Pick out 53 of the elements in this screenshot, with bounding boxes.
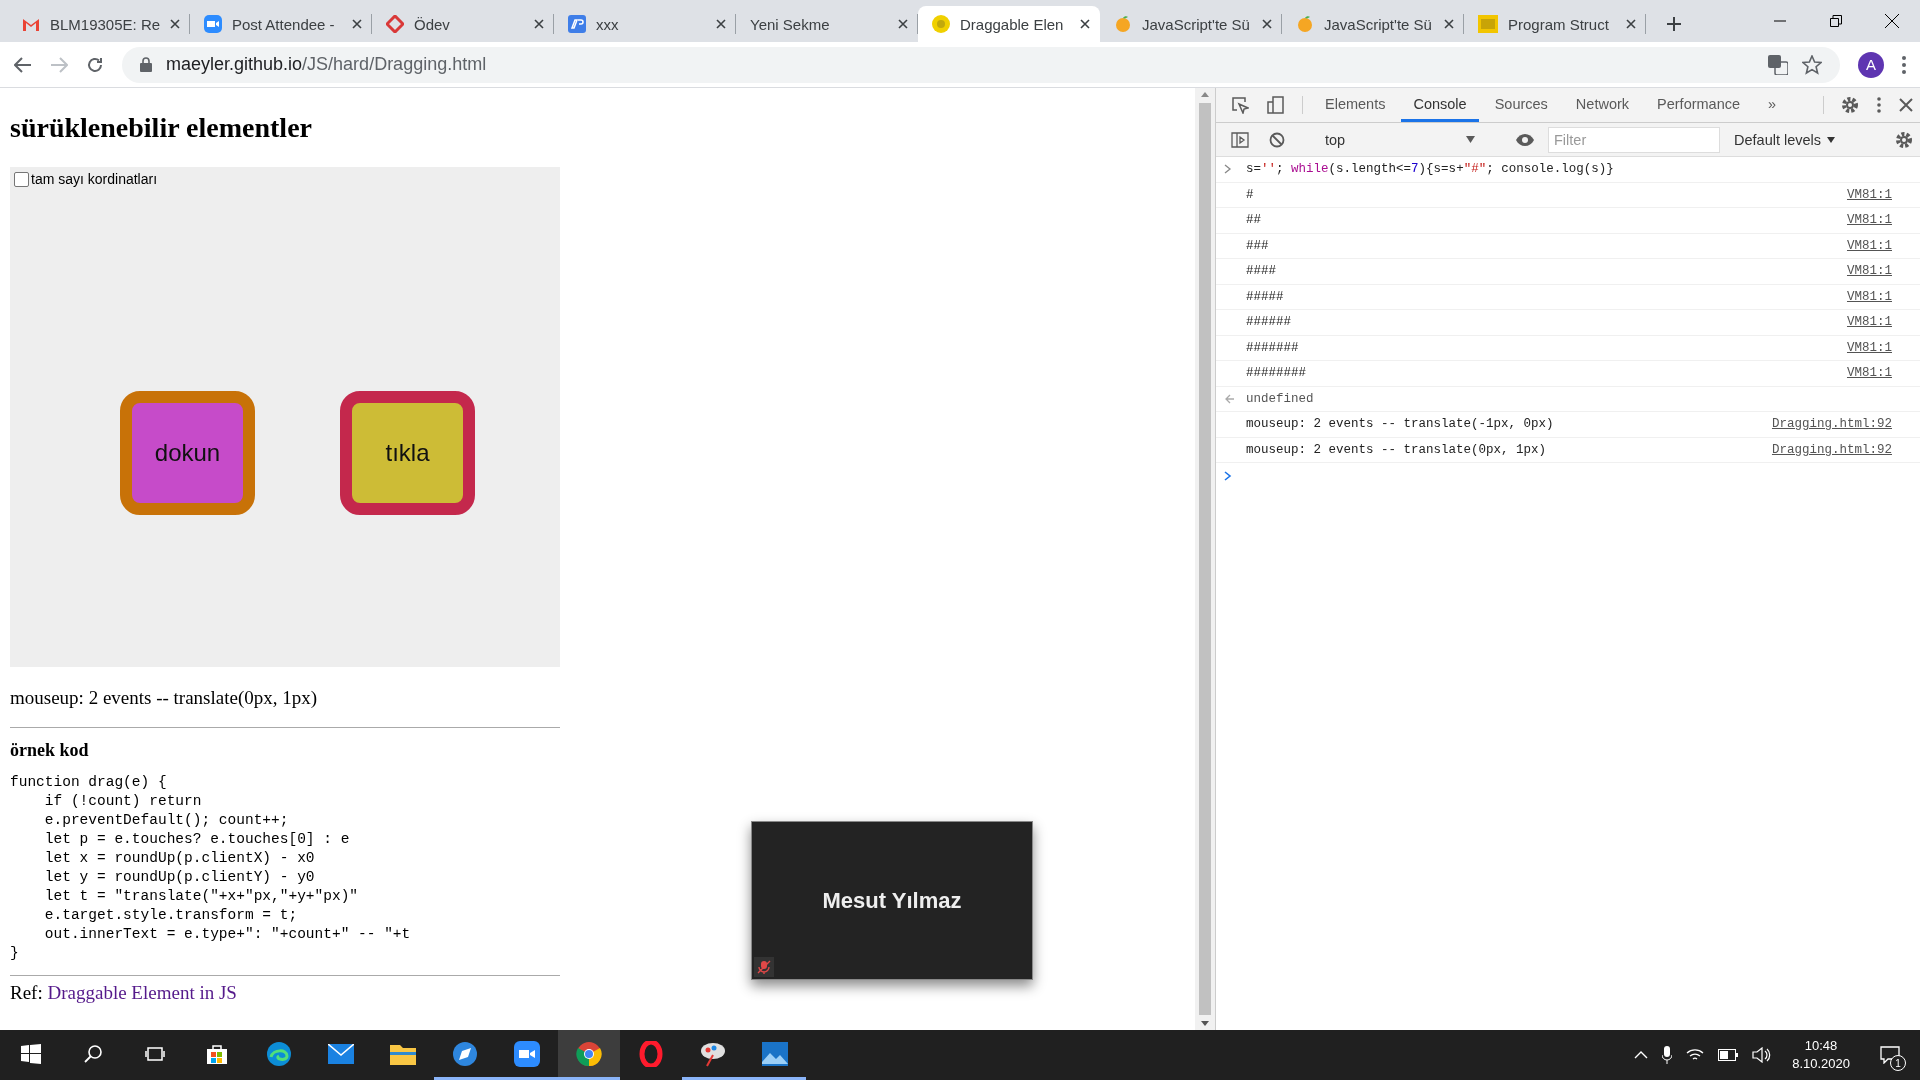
source-link[interactable]: VM81:1	[1847, 366, 1892, 381]
browser-tab[interactable]: Post Attendee -	[190, 6, 372, 42]
console-message: mouseup: 2 events -- translate(-1px, 0px)	[1246, 417, 1555, 432]
address-bar[interactable]: maeyler.github.io/JS/hard/Dragging.html	[122, 46, 1840, 83]
devtools-tab[interactable]: Performance	[1645, 88, 1753, 122]
source-link[interactable]: VM81:1	[1847, 264, 1892, 279]
console-message: ####	[1246, 264, 1277, 279]
console-message: #######	[1246, 340, 1300, 355]
console-message: #####	[1246, 289, 1285, 304]
source-link[interactable]: VM81:1	[1847, 289, 1892, 304]
page-heading: sürüklenebilir elementler	[10, 112, 312, 144]
browser-tab[interactable]: xxx	[554, 6, 736, 42]
source-link[interactable]: Dragging.html:92	[1771, 417, 1892, 432]
code-sample: function drag(e) { if (!count) return e.preventDefault(); count++; let p = e.touches? e.touches[0] : e let x = roundUp(p.clientX) - x0 let y = roundUp(p.clientY) - y0 let t = "translate("+x+"px,"+y+"px)" e.target.style.transform = t; out.innerText = e.type+": "+count+" -- "+t }	[10, 773, 411, 963]
section-title: örnek kod	[10, 740, 89, 761]
draggable-box[interactable]: tıkla	[340, 391, 475, 515]
browser-tab[interactable]: Draggable Elen	[918, 6, 1100, 42]
reference-link[interactable]: Draggable Element in JS	[47, 982, 237, 1003]
participant-name: Mesut Yılmaz	[822, 887, 962, 914]
profile-avatar[interactable]: A	[1858, 51, 1884, 78]
console-message: ######	[1246, 315, 1292, 330]
console-message: #	[1246, 187, 1255, 202]
console-command-text: s=''; while(s.length<=7){s=s+"#"; console.log(s)}	[1246, 162, 1615, 177]
source-link[interactable]: VM81:1	[1847, 315, 1892, 330]
reference-text: Ref: Draggable Element in JS	[10, 982, 237, 1004]
console-message: ##	[1246, 213, 1262, 228]
more-tabs-button[interactable]: »	[1756, 88, 1789, 122]
devtools-tab[interactable]: Network	[1563, 88, 1642, 122]
draggable-box[interactable]: dokun	[120, 391, 255, 515]
notification-button[interactable]: 1	[1870, 1035, 1910, 1075]
source-link[interactable]: VM81:1	[1847, 238, 1892, 253]
source-link[interactable]: VM81:1	[1847, 340, 1892, 355]
browser-tab[interactable]: Yeni Sekme	[736, 6, 918, 42]
devtools-tab[interactable]: Sources	[1482, 88, 1560, 122]
devtools-tab[interactable]: Elements	[1313, 88, 1398, 122]
context-select[interactable]: top	[1317, 131, 1483, 148]
source-link[interactable]: VM81:1	[1847, 213, 1892, 228]
browser-tab[interactable]: JavaScript'te Sü	[1100, 6, 1282, 42]
console-result: undefined	[1246, 391, 1315, 406]
console-message: mouseup: 2 events -- translate(0px, 1px)	[1246, 442, 1548, 457]
event-output: mouseup: 2 events -- translate(0px, 1px)	[10, 687, 318, 709]
levels-dropdown[interactable]: Default levels	[1726, 131, 1844, 148]
taskbar-clock[interactable]: 10:48 8.10.2020	[1786, 1037, 1856, 1073]
option-checkbox[interactable]: tam sayı kordinatları	[14, 171, 158, 187]
browser-tab[interactable]: JavaScript'te Sü	[1282, 6, 1464, 42]
source-link[interactable]: VM81:1	[1847, 187, 1892, 202]
source-link[interactable]: Dragging.html:92	[1771, 442, 1892, 457]
browser-tab[interactable]: BLM19305E: Re	[8, 6, 190, 42]
console-message: ###	[1246, 238, 1270, 253]
browser-tab[interactable]: Program Struct	[1464, 6, 1646, 42]
console-message: ########	[1246, 366, 1307, 381]
browser-tab[interactable]: Ödev	[372, 6, 554, 42]
filter-field[interactable]: Filter	[1548, 126, 1720, 153]
